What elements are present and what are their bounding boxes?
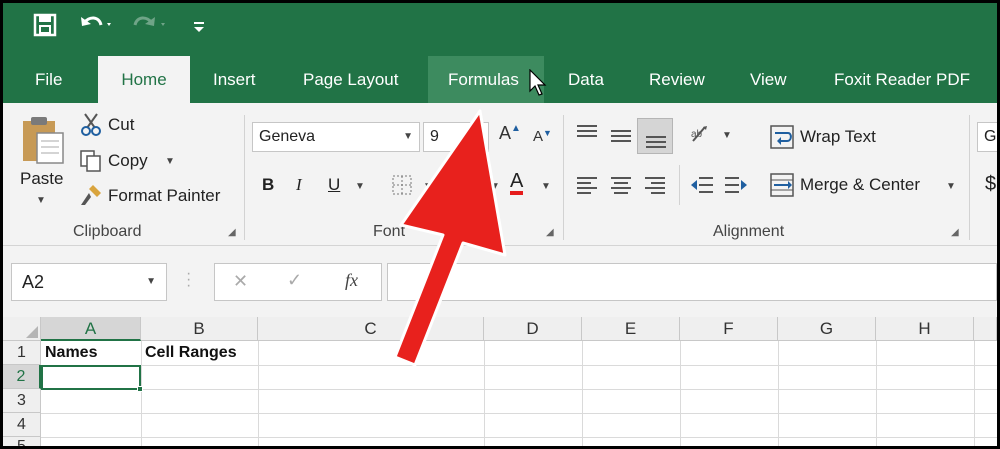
red-arrow-annotation xyxy=(393,109,507,367)
mouse-cursor-icon xyxy=(529,69,547,96)
excel-window: File Home Insert Page Layout Formulas Da… xyxy=(0,0,1000,449)
